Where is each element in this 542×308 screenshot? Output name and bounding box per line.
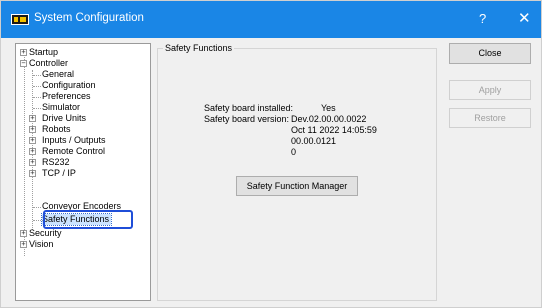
expand-icon[interactable]: + [20,230,27,237]
tree-branch [33,207,41,208]
tree-item-preferences[interactable]: Preferences [42,91,91,102]
version-line: 0 [291,147,297,157]
tree-item-simulator[interactable]: Simulator [42,102,80,113]
help-button[interactable]: ? [479,11,486,26]
version-line: 00.00.0121 [291,136,337,146]
tree-item-general[interactable]: General [42,69,74,80]
version-line: Oct 11 2022 14:05:59 [291,125,377,135]
configuration-tree[interactable]: + Startup − Controller General Configura… [15,43,151,301]
app-icon [11,14,29,25]
close-window-icon[interactable]: ✕ [518,9,531,27]
tree-item-label: Robots [42,124,71,134]
tree-item-label: Remote Control [42,146,106,156]
expand-icon[interactable]: + [29,159,36,166]
apply-button[interactable]: Apply [449,80,531,100]
selection-highlight-annotation [43,210,133,229]
tree-branch [33,97,41,98]
expand-icon[interactable]: + [29,148,36,155]
tree-item-label: Startup [29,47,59,57]
restore-button[interactable]: Restore [449,108,531,128]
expand-icon[interactable]: + [29,137,36,144]
installed-value: Yes [321,103,336,113]
version-value: Dev.02.00.00.0022 Oct 11 2022 14:05:59 0… [291,114,377,158]
tree-item-label: TCP / IP [42,168,76,178]
tree-branch [33,75,41,76]
tree-item-label: Drive Units [42,113,87,123]
tree-branch [33,220,41,221]
safety-function-manager-button[interactable]: Safety Function Manager [236,176,358,196]
tree-item-label: Inputs / Outputs [42,135,106,145]
group-border [157,48,437,301]
expand-icon[interactable]: + [29,115,36,122]
safety-functions-group: Safety Functions [157,43,437,301]
tree-guide-line [24,52,25,256]
tree-item-label: RS232 [42,157,70,167]
version-line: Dev.02.00.00.0022 [291,114,367,124]
version-label: Safety board version: [204,114,290,124]
expand-icon[interactable]: + [20,49,27,56]
expand-icon[interactable]: + [20,241,27,248]
installed-label: Safety board installed: [204,103,294,113]
group-title: Safety Functions [163,43,235,53]
tree-branch [33,108,41,109]
tree-item-label: Controller [29,58,69,68]
tree-branch [33,86,41,87]
system-configuration-window: System Configuration ? ✕ + Startup − Con… [0,0,542,308]
expand-icon[interactable]: + [29,170,36,177]
window-title: System Configuration [34,12,144,24]
close-button[interactable]: Close [449,43,531,64]
expand-icon[interactable]: + [29,126,36,133]
title-bar[interactable]: System Configuration ? ✕ [1,1,541,38]
tree-item-label: Security [29,228,62,238]
tree-item-label: Vision [29,239,54,249]
tree-item-configuration[interactable]: Configuration [42,80,96,91]
collapse-icon[interactable]: − [20,60,27,67]
